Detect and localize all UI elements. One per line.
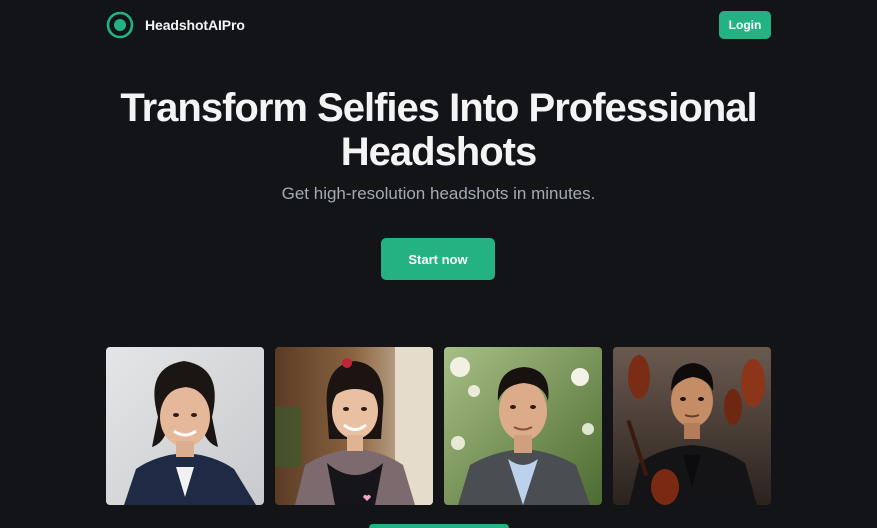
gallery-photo xyxy=(106,347,264,505)
headshot-gallery xyxy=(106,347,772,505)
hero-title: Transform Selfies Into Professional Head… xyxy=(0,86,877,174)
man-violin-headshot xyxy=(613,347,771,505)
gallery-photo xyxy=(613,347,771,505)
login-button[interactable]: Login xyxy=(719,11,771,39)
brand-name: HeadshotAIPro xyxy=(145,17,245,33)
woman-blazer-headshot xyxy=(106,347,264,505)
target-ring-icon xyxy=(106,11,134,39)
woman-apron-headshot xyxy=(275,347,433,505)
start-now-button[interactable]: Start now xyxy=(381,238,495,280)
brand[interactable]: HeadshotAIPro xyxy=(106,11,245,39)
gallery-photo xyxy=(444,347,602,505)
hero-subtitle: Get high-resolution headshots in minutes… xyxy=(281,184,596,203)
gallery-photo xyxy=(275,347,433,505)
man-garden-headshot xyxy=(444,347,602,505)
site-header: HeadshotAIPro Login xyxy=(106,10,771,40)
hero-title-line-1: Transform Selfies Into Professional xyxy=(120,86,757,130)
landing-page: HeadshotAIPro Login Transform Selfies In… xyxy=(0,0,877,528)
secondary-button-peek[interactable] xyxy=(369,524,509,528)
hero-title-line-2: Headshots xyxy=(340,130,537,174)
